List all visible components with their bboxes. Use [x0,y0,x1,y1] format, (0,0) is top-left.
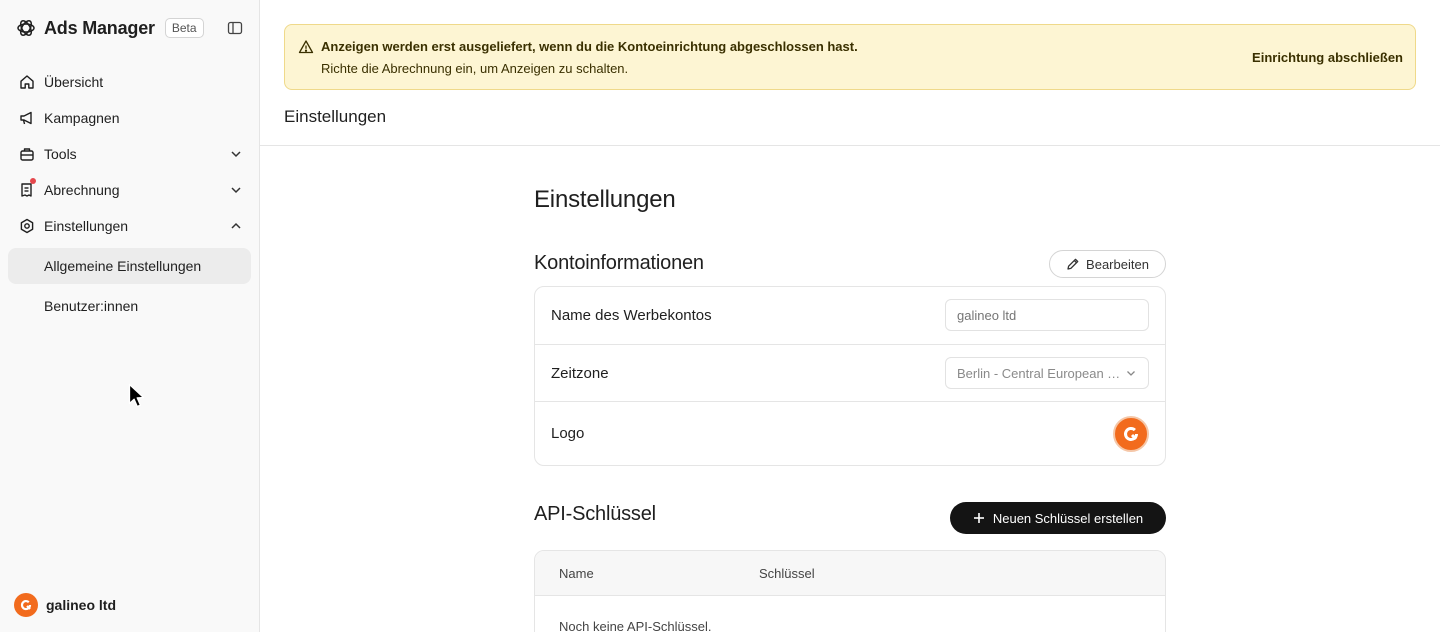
sidebar-item-label: Tools [44,146,77,162]
account-info-heading: Kontoinformationen [534,252,704,274]
sidebar-nav: Übersicht Kampagnen Tools Abrechnung Ein… [8,64,251,324]
sidebar-toggle-icon[interactable] [227,20,243,36]
account-logo[interactable] [1113,416,1149,452]
complete-setup-link[interactable]: Einrichtung abschließen [1252,50,1403,65]
chevron-down-icon [229,183,243,197]
sidebar: Ads Manager Beta Übersicht Kampagnen Too… [0,0,260,632]
banner-description: Richte die Abrechnung ein, um Anzeigen z… [321,61,629,76]
sidebar-item-campaigns[interactable]: Kampagnen [8,100,251,136]
page-header-title: Einstellungen [284,107,387,126]
megaphone-icon [18,109,36,127]
setup-warning-banner: Anzeigen werden erst ausgeliefert, wenn … [284,24,1416,90]
app-title: Ads Manager [44,17,155,38]
column-header-name: Name [559,566,594,581]
edit-button[interactable]: Bearbeiten [1049,250,1166,278]
empty-state-text: Noch keine API-Schlüssel. [559,619,712,632]
chevron-down-icon [229,147,243,161]
sidebar-subitem-general-settings[interactable]: Allgemeine Einstellungen [8,248,251,284]
account-info-card: Name des Werbekontos Zeitzone Berlin - C… [534,286,1166,466]
api-keys-heading: API-Schlüssel [534,503,656,525]
column-header-key: Schlüssel [759,566,815,581]
brand: Ads Manager Beta [16,16,204,40]
notification-dot [30,178,36,184]
chevron-up-icon [229,219,243,233]
create-key-button[interactable]: Neuen Schlüssel erstellen [950,502,1166,534]
sidebar-item-label: Abrechnung [44,182,120,198]
page-title: Einstellungen [534,186,676,213]
edit-button-label: Bearbeiten [1086,256,1149,272]
sidebar-item-tools[interactable]: Tools [8,136,251,172]
account-name-row: Name des Werbekontos [535,287,1165,344]
row-label: Name des Werbekontos [551,307,712,324]
sidebar-subitem-users[interactable]: Benutzer:innen [8,288,251,324]
row-label: Logo [551,425,585,442]
banner-title: Anzeigen werden erst ausgeliefert, wenn … [321,39,858,54]
account-name: galineo ltd [46,597,116,613]
mouse-cursor-icon [128,383,145,408]
sidebar-item-billing[interactable]: Abrechnung [8,172,251,208]
plus-icon [973,513,984,523]
home-icon [18,73,36,91]
gear-icon [18,217,36,235]
account-switcher[interactable]: galineo ltd [14,593,116,617]
row-label: Zeitzone [551,365,609,382]
sidebar-item-overview[interactable]: Übersicht [8,64,251,100]
chevron-down-icon [1127,371,1135,376]
sidebar-item-settings[interactable]: Einstellungen [8,208,251,244]
timezone-row: Zeitzone Berlin - Central European Time [535,344,1165,401]
sidebar-item-label: Übersicht [44,74,104,90]
avatar [14,593,38,617]
account-name-input[interactable] [945,299,1149,331]
pencil-icon [1067,258,1079,270]
warning-icon [298,39,314,55]
logo-row: Logo [535,401,1165,465]
header-divider [260,145,1440,146]
openai-logo-icon [16,18,36,38]
table-header: Name Schlüssel [535,551,1165,596]
timezone-select[interactable]: Berlin - Central European Time [945,357,1149,389]
api-keys-table: Name Schlüssel Noch keine API-Schlüssel. [534,550,1166,632]
sidebar-item-label: Kampagnen [44,110,120,126]
beta-badge: Beta [164,18,204,38]
sidebar-item-label: Einstellungen [44,218,129,234]
timezone-value: Berlin - Central European Time [957,365,1123,381]
create-key-label: Neuen Schlüssel erstellen [992,510,1144,526]
toolbox-icon [18,145,36,163]
